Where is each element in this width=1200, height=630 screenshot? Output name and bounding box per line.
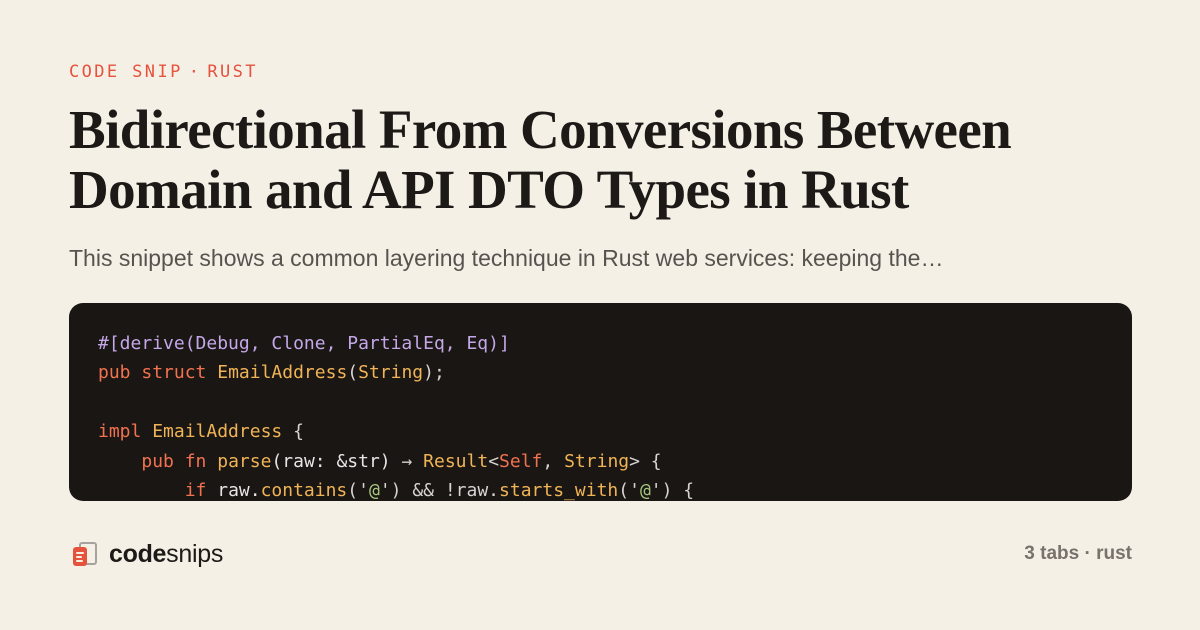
code-token: ') && !raw. <box>379 479 500 501</box>
brand-name: codesnips <box>109 540 223 569</box>
og-card: CODE SNIP · RUST Bidirectional From Conver… <box>69 0 1132 630</box>
code-token: impl <box>98 421 142 443</box>
snippet-stack-icon <box>73 541 97 568</box>
code-token: ') { <box>650 479 695 501</box>
page-title: Bidirectional From Conversions Between D… <box>69 99 1012 220</box>
code-block: #[derive(Debug, Clone, PartialEq, Eq)] pu… <box>69 303 1132 501</box>
code-token: (' <box>347 479 369 501</box>
code-token: < <box>488 450 500 472</box>
kicker-category: CODE SNIP <box>69 62 183 82</box>
code-line: impl EmailAddress { <box>98 417 694 446</box>
code-token: { <box>282 421 304 443</box>
code-token: raw. <box>206 479 261 501</box>
code-token: contains <box>260 479 348 501</box>
code-token: EmailAddress <box>152 421 283 443</box>
code-token: pub <box>141 450 174 472</box>
code-token: #[derive(Debug, Clone, PartialEq, Eq)] <box>98 333 510 354</box>
code-token: (raw: &str) <box>271 450 402 472</box>
code-token: ); <box>423 362 445 384</box>
code-token: (' <box>618 479 640 501</box>
code-content: #[derive(Debug, Clone, PartialEq, Eq)] pu… <box>98 329 694 501</box>
code-token: pub <box>98 362 131 384</box>
code-token: , <box>542 450 565 472</box>
footer: codesnips 3 tabs · rust <box>69 540 1132 570</box>
code-token: String <box>564 450 630 472</box>
kicker-language: RUST <box>207 62 258 82</box>
code-token: String <box>358 362 424 384</box>
code-token: → <box>401 450 413 472</box>
brand-logo[interactable]: codesnips <box>73 540 223 569</box>
code-line: if raw.contains('@') && !raw.starts_with… <box>98 476 694 501</box>
code-token: EmailAddress <box>217 362 348 384</box>
code-line: #[derive(Debug, Clone, PartialEq, Eq)] <box>98 329 694 358</box>
code-token: parse <box>217 450 272 472</box>
code-token: fn <box>184 450 207 472</box>
code-token: if <box>184 479 207 501</box>
code-token: struct <box>141 362 207 384</box>
code-token: @ <box>368 479 380 501</box>
code-token: starts_with <box>499 479 619 501</box>
code-token: > { <box>629 450 662 472</box>
code-token: Self <box>499 450 543 472</box>
code-line: pub fn parse(raw: &str) → Result<Self, S… <box>98 447 694 476</box>
brand-name-regular: snips <box>166 540 224 568</box>
snippet-description: This snippet shows a common layering tec… <box>69 245 944 271</box>
snippet-meta: 3 tabs · rust <box>1024 543 1132 564</box>
kicker: CODE SNIP · RUST <box>69 62 258 82</box>
brand-name-bold: code <box>109 540 167 568</box>
code-token: @ <box>639 479 651 501</box>
kicker-separator: · <box>188 62 202 82</box>
code-token: ( <box>347 362 359 384</box>
code-token: Result <box>423 450 489 472</box>
code-line: pub struct EmailAddress(String); <box>98 358 694 387</box>
